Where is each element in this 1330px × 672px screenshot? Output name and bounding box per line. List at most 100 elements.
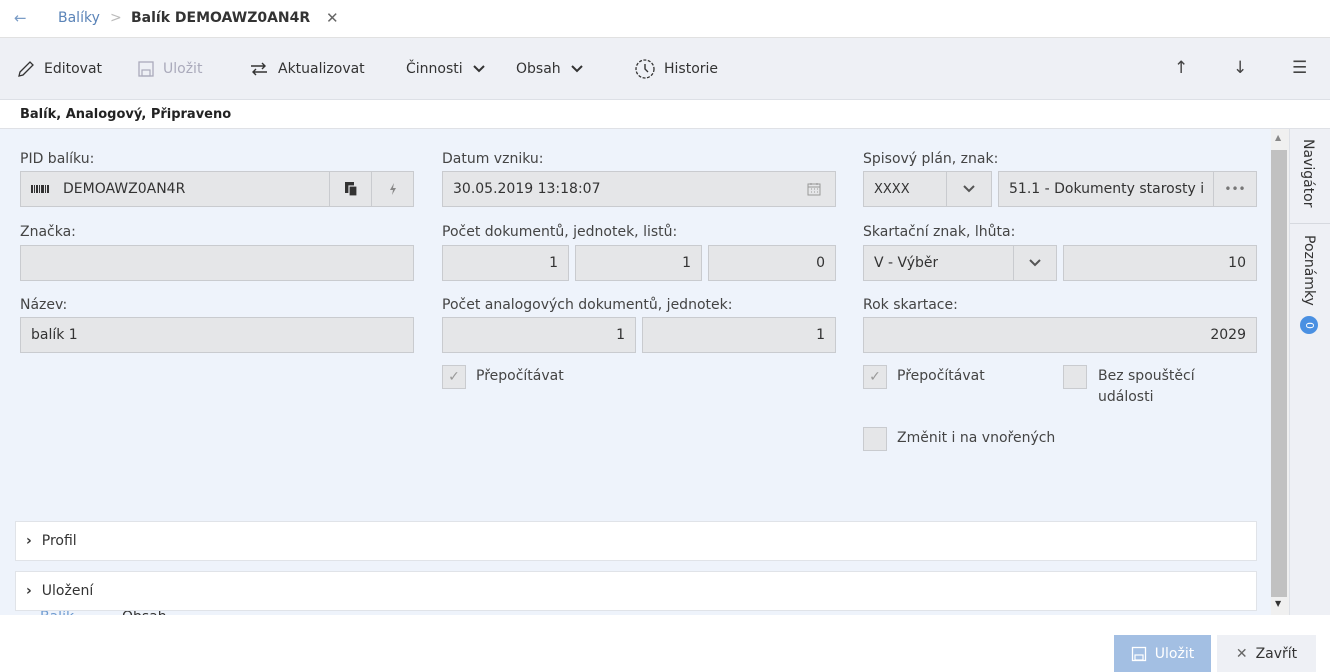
pid-field[interactable]: DEMOAWZ0AN4R bbox=[20, 171, 414, 207]
copy-icon bbox=[344, 182, 358, 197]
save-label: Uložit bbox=[163, 61, 203, 77]
chevron-right-icon: › bbox=[26, 583, 32, 599]
calendar-icon[interactable] bbox=[807, 182, 821, 196]
detail-form: PID balíku: DEMOAWZ0AN4R Značka: Název: … bbox=[0, 129, 1271, 641]
refresh-button[interactable]: Aktualizovat bbox=[248, 56, 365, 82]
chevron-right-icon: › bbox=[26, 533, 32, 549]
chevron-down-icon bbox=[472, 65, 485, 73]
date-label: Datum vzniku: bbox=[442, 151, 544, 167]
save-button-label: Uložit bbox=[1154, 645, 1195, 662]
close-icon: ✕ bbox=[1235, 645, 1248, 662]
count-docs-field[interactable]: 1 bbox=[442, 245, 569, 281]
shred-period-value: 10 bbox=[1228, 255, 1246, 271]
no-trigger-checkbox[interactable] bbox=[1063, 365, 1087, 389]
refresh-arrows-icon bbox=[251, 62, 267, 76]
nested-label: Změnit i na vnořených bbox=[897, 430, 1056, 446]
scroll-down-icon[interactable]: ▼ bbox=[1275, 599, 1281, 608]
copy-button[interactable] bbox=[329, 172, 371, 206]
close-button-label: Zavřít bbox=[1255, 645, 1298, 662]
notes-label: Poznámky bbox=[1301, 235, 1317, 306]
history-label: Historie bbox=[664, 61, 719, 77]
chevron-down-icon bbox=[570, 65, 583, 73]
mark-field[interactable] bbox=[20, 245, 414, 281]
notes-count-badge: 0 bbox=[1300, 316, 1318, 335]
arrow-down-icon[interactable]: ↓ bbox=[1233, 58, 1247, 78]
count-sheets-value: 0 bbox=[816, 255, 825, 271]
floppy-disk-icon bbox=[1131, 646, 1146, 661]
recalc-checkbox[interactable]: ✓ bbox=[442, 365, 466, 389]
plan-select[interactable]: XXXX bbox=[863, 171, 992, 207]
navigator-tab[interactable]: Navigátor bbox=[1300, 139, 1316, 208]
history-clock-icon bbox=[635, 59, 655, 79]
section-storage[interactable]: › Uložení bbox=[15, 571, 1257, 611]
shred-period-field[interactable]: 10 bbox=[1063, 245, 1257, 281]
count-label: Počet dokumentů, jednotek, listů: bbox=[442, 224, 678, 240]
back-arrow-icon[interactable]: ← bbox=[14, 9, 27, 27]
activities-label: Činnosti bbox=[406, 61, 463, 77]
recalc2-label: Přepočítávat bbox=[897, 368, 985, 384]
plan-select-toggle[interactable] bbox=[946, 172, 991, 206]
save-button[interactable]: Uložit bbox=[1114, 635, 1211, 672]
count-docs-value: 1 bbox=[549, 255, 558, 271]
breadcrumb-current: Balík DEMOAWZ0AN4R bbox=[131, 10, 311, 26]
plan-sign-field[interactable]: 51.1 - Dokumenty starosty i ••• bbox=[998, 171, 1257, 207]
hamburger-menu-icon[interactable]: ☰ bbox=[1292, 58, 1307, 78]
toolbar: Editovat Uložit Aktualizovat Činnosti Ob… bbox=[0, 38, 1330, 100]
section-storage-label: Uložení bbox=[41, 583, 94, 599]
generate-button[interactable] bbox=[371, 172, 413, 206]
barcode-icon bbox=[31, 185, 49, 193]
scroll-up-icon[interactable]: ▲ bbox=[1275, 133, 1281, 142]
arrow-up-icon[interactable]: ↑ bbox=[1174, 58, 1188, 78]
shred-select-value: V - Výběr bbox=[874, 255, 939, 271]
breadcrumb-separator: > bbox=[110, 10, 122, 26]
mark-label: Značka: bbox=[20, 224, 76, 240]
analog-units-field[interactable]: 1 bbox=[642, 317, 836, 353]
year-field[interactable]: 2029 bbox=[863, 317, 1257, 353]
lightning-icon bbox=[389, 183, 396, 195]
breadcrumb-bar: ← Balíky > Balík DEMOAWZ0AN4R ✕ bbox=[0, 0, 1330, 38]
nested-checkbox[interactable] bbox=[863, 427, 887, 451]
date-field[interactable]: 30.05.2019 13:18:07 bbox=[442, 171, 836, 207]
notes-tab[interactable]: Poznámky 0 bbox=[1300, 235, 1318, 335]
chevron-down-icon bbox=[963, 185, 975, 193]
date-value: 30.05.2019 13:18:07 bbox=[453, 181, 601, 197]
name-value: balík 1 bbox=[31, 327, 78, 343]
plan-picker-button[interactable]: ••• bbox=[1213, 172, 1256, 206]
pencil-icon bbox=[18, 61, 34, 77]
close-button[interactable]: ✕ Zavřít bbox=[1217, 635, 1316, 672]
shred-select[interactable]: V - Výběr bbox=[863, 245, 1057, 281]
breadcrumb-parent-link[interactable]: Balíky bbox=[58, 10, 100, 26]
ellipsis-icon: ••• bbox=[1224, 182, 1246, 196]
activities-dropdown[interactable]: Činnosti bbox=[406, 56, 494, 82]
plan-label: Spisový plán, znak: bbox=[863, 151, 999, 167]
analog-docs-field[interactable]: 1 bbox=[442, 317, 636, 353]
name-field[interactable]: balík 1 bbox=[20, 317, 414, 353]
save-toolbar-button[interactable]: Uložit bbox=[137, 56, 202, 82]
checkmark-icon: ✓ bbox=[869, 369, 881, 385]
analog-docs-value: 1 bbox=[616, 327, 625, 343]
content-dropdown[interactable]: Obsah bbox=[516, 56, 592, 82]
pid-value: DEMOAWZ0AN4R bbox=[63, 181, 186, 197]
plan-select-value: XXXX bbox=[874, 181, 910, 197]
edit-button[interactable]: Editovat bbox=[16, 56, 102, 82]
status-bar: Balík, Analogový, Připraveno bbox=[0, 100, 1330, 129]
close-tab-icon[interactable]: ✕ bbox=[326, 9, 339, 27]
analog-units-value: 1 bbox=[816, 327, 825, 343]
section-profile-label: Profil bbox=[41, 533, 77, 549]
shred-select-toggle[interactable] bbox=[1013, 246, 1056, 280]
count-units-field[interactable]: 1 bbox=[575, 245, 702, 281]
no-trigger-label-1: Bez spouštěcí bbox=[1098, 368, 1195, 384]
no-trigger-label-2: události bbox=[1098, 389, 1154, 405]
scrollbar-thumb[interactable] bbox=[1271, 150, 1287, 597]
pid-label: PID balíku: bbox=[20, 151, 95, 167]
recalc2-checkbox[interactable]: ✓ bbox=[863, 365, 887, 389]
status-text: Balík, Analogový, Připraveno bbox=[20, 107, 232, 122]
checkmark-icon: ✓ bbox=[448, 369, 460, 385]
count-sheets-field[interactable]: 0 bbox=[708, 245, 836, 281]
name-label: Název: bbox=[20, 297, 68, 313]
refresh-label: Aktualizovat bbox=[278, 61, 365, 77]
content-label: Obsah bbox=[516, 61, 561, 77]
history-button[interactable]: Historie bbox=[634, 56, 718, 82]
floppy-disk-icon bbox=[138, 61, 154, 77]
section-profile[interactable]: › Profil bbox=[15, 521, 1257, 561]
